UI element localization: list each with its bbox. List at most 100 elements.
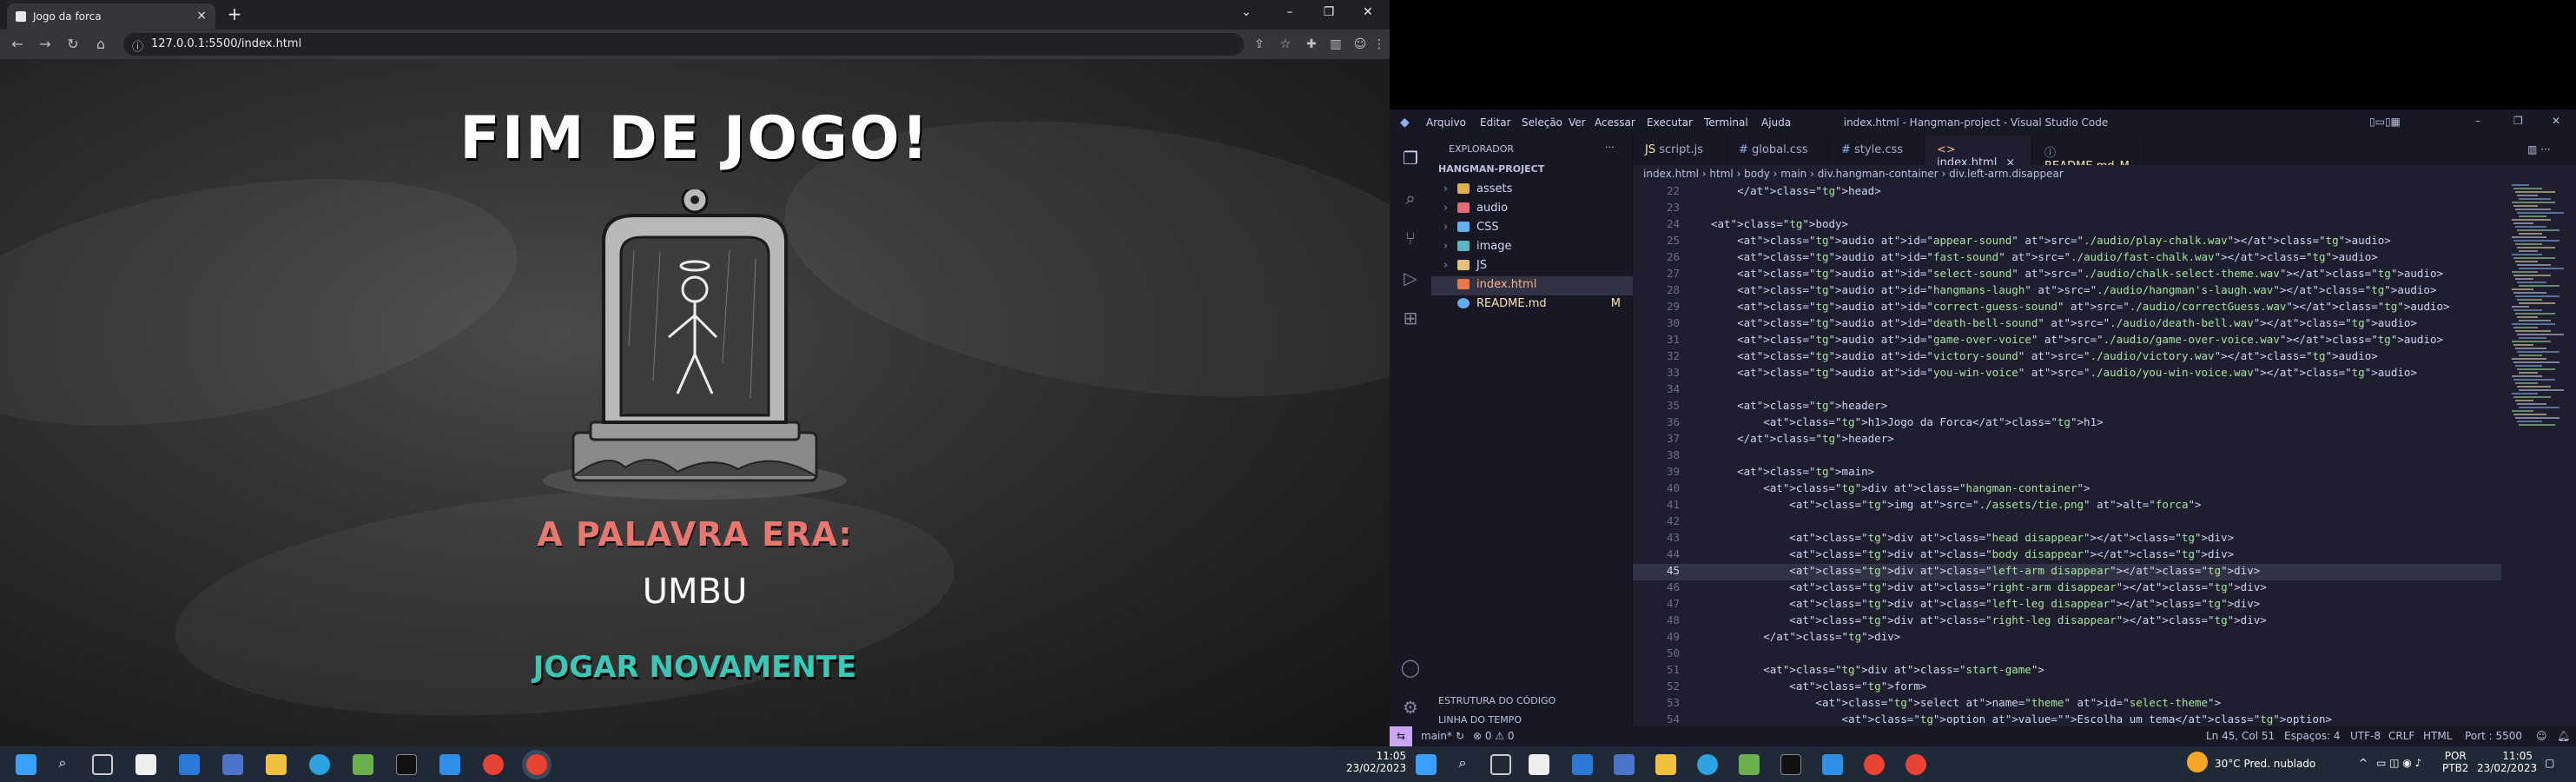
forward-icon[interactable]: → bbox=[36, 36, 54, 53]
chrome-icon[interactable] bbox=[483, 754, 504, 775]
restore-icon[interactable]: ❐ bbox=[2513, 115, 2523, 127]
task-view-icon[interactable] bbox=[92, 754, 113, 775]
code-line[interactable]: 38 bbox=[1633, 448, 2501, 465]
problems-count[interactable]: ⊗ 0 ⚠ 0 bbox=[1473, 730, 1515, 742]
run-debug-icon[interactable]: ▷ bbox=[1400, 268, 1421, 288]
clock-left[interactable]: 11:05 23/02/2023 bbox=[1346, 750, 1406, 774]
weather-text[interactable]: 30°C Pred. nublado bbox=[2215, 758, 2315, 770]
code-line[interactable]: 31 <at">class="tg">audio at">id="game-ov… bbox=[1633, 333, 2501, 349]
chrome-active-icon[interactable] bbox=[526, 754, 547, 775]
extensions-icon[interactable]: ✚ bbox=[1303, 36, 1320, 53]
start-windows-icon[interactable] bbox=[16, 754, 36, 775]
code-line[interactable]: 23 bbox=[1633, 201, 2501, 217]
code-line[interactable]: 30 <at">class="tg">audio at">id="death-b… bbox=[1633, 316, 2501, 333]
code-line[interactable]: 27 <at">class="tg">audio at">id="select-… bbox=[1633, 267, 2501, 283]
git-branch[interactable]: main* bbox=[1421, 730, 1452, 742]
menu-editar[interactable]: Editar bbox=[1480, 116, 1511, 129]
weather-icon[interactable] bbox=[2187, 752, 2208, 772]
tab-index-html[interactable]: <> index.html × bbox=[1925, 136, 2032, 169]
clock-right[interactable]: 11:05 23/02/2023 bbox=[2477, 750, 2537, 774]
code-line[interactable]: 29 <at">class="tg">audio at">id="correct… bbox=[1633, 300, 2501, 316]
share-icon[interactable]: ⇪ bbox=[1251, 36, 1268, 53]
live-server-port[interactable]: Port : 5500 bbox=[2465, 730, 2522, 742]
tab-style-css[interactable]: # style.css bbox=[1829, 136, 1925, 165]
layout-toggle-icon[interactable]: ▯▭▯▦ bbox=[2369, 116, 2401, 128]
chrome-active-icon[interactable] bbox=[1906, 754, 1926, 775]
code-line[interactable]: 42 bbox=[1633, 514, 2501, 531]
tab-script-js[interactable]: JS script.js bbox=[1633, 136, 1727, 165]
code-line[interactable]: 45 <at">class="tg">div at">class="left-a… bbox=[1633, 564, 2501, 580]
tab-readme[interactable]: ⓘ README.mdM bbox=[2032, 136, 2143, 173]
tree-item-css[interactable]: › CSS bbox=[1431, 219, 1633, 238]
encoding[interactable]: UTF-8 bbox=[2350, 730, 2381, 742]
back-icon[interactable]: ← bbox=[9, 36, 26, 53]
minimize-icon[interactable]: – bbox=[1277, 5, 1303, 23]
code-line[interactable]: 50 bbox=[1633, 646, 2501, 663]
minimize-icon[interactable]: – bbox=[2475, 115, 2480, 127]
menu-arquivo[interactable]: Arquivo bbox=[1426, 116, 1466, 129]
new-tab-button[interactable]: + bbox=[224, 3, 245, 24]
code-line[interactable]: 39 <at">class="tg">main> bbox=[1633, 465, 2501, 481]
reload-icon[interactable]: ↻ bbox=[64, 36, 82, 53]
menu-ajuda[interactable]: Ajuda bbox=[1761, 116, 1791, 129]
code-line[interactable]: 47 <at">class="tg">div at">class="left-l… bbox=[1633, 597, 2501, 613]
tray-icons[interactable]: ▭ ◫ ◉ ♪ bbox=[2376, 757, 2421, 769]
code-line[interactable]: 43 <at">class="tg">div at">class="head d… bbox=[1633, 531, 2501, 547]
code-line[interactable]: 40 <at">class="tg">div at">class="hangma… bbox=[1633, 481, 2501, 498]
code-line[interactable]: 36 <at">class="tg">h1>Jogo da Forca</at"… bbox=[1633, 415, 2501, 432]
browser-tab[interactable]: Jogo da forca × bbox=[7, 3, 215, 30]
address-bar[interactable]: ⓘ 127.0.0.1:5500/index.html bbox=[123, 33, 1244, 56]
close-tab-icon[interactable]: × bbox=[196, 9, 207, 23]
search-icon[interactable]: ⌕ bbox=[1400, 188, 1421, 209]
notifications-icon[interactable]: ▢ bbox=[2545, 757, 2554, 769]
menu-kebab-icon[interactable]: ⋮ bbox=[1371, 36, 1388, 53]
edge-icon[interactable] bbox=[309, 754, 330, 775]
play-again-button[interactable]: JOGAR NOVAMENTE bbox=[521, 650, 869, 702]
side-panel-icon[interactable]: ▥ bbox=[1327, 36, 1344, 53]
app-icon[interactable] bbox=[1739, 754, 1760, 775]
tree-item-js[interactable]: › JS bbox=[1431, 257, 1633, 276]
code-line[interactable]: 35 <at">class="tg">header> bbox=[1633, 399, 2501, 415]
vscode-icon[interactable] bbox=[439, 754, 460, 775]
minimap[interactable] bbox=[2508, 184, 2569, 427]
language-mode[interactable]: HTML bbox=[2423, 730, 2452, 742]
feedback-icon[interactable]: ☺ bbox=[2536, 730, 2547, 742]
tray-overflow-icon[interactable]: ^ bbox=[2359, 757, 2368, 769]
cursor-position[interactable]: Ln 45, Col 51 bbox=[2206, 730, 2275, 742]
outline-section[interactable]: ESTRUTURA DO CÓDIGO bbox=[1438, 695, 1556, 706]
site-info-icon[interactable]: ⓘ bbox=[132, 37, 143, 54]
bookmark-star-icon[interactable]: ☆ bbox=[1277, 36, 1294, 53]
app-icon[interactable] bbox=[353, 754, 373, 775]
close-window-icon[interactable]: ✕ bbox=[2552, 115, 2560, 127]
code-line[interactable]: 22 </at">class="tg">head> bbox=[1633, 184, 2501, 201]
restore-icon[interactable]: ❐ bbox=[1316, 5, 1342, 23]
source-control-icon[interactable]: ⑂ bbox=[1400, 228, 1421, 249]
start-windows-icon[interactable] bbox=[1416, 754, 1437, 775]
code-line[interactable]: 28 <at">class="tg">audio at">id="hangman… bbox=[1633, 283, 2501, 300]
file-explorer-icon[interactable] bbox=[1655, 754, 1676, 775]
file-explorer-icon[interactable] bbox=[266, 754, 287, 775]
code-line[interactable]: 32 <at">class="tg">audio at">id="victory… bbox=[1633, 349, 2501, 366]
more-actions-icon[interactable]: ··· bbox=[1605, 142, 1615, 153]
remote-icon[interactable]: ⇆ bbox=[1390, 726, 1412, 746]
code-line[interactable]: 41 <at">class="tg">img at">src="./assets… bbox=[1633, 498, 2501, 514]
home-icon[interactable]: ⌂ bbox=[92, 36, 109, 53]
line-ending[interactable]: CRLF bbox=[2388, 730, 2414, 742]
code-line[interactable]: 24 <at">class="tg">body> bbox=[1633, 217, 2501, 234]
code-editor[interactable]: 22 </at">class="tg">head> 23 24 <at">class=… bbox=[1633, 184, 2576, 726]
search-icon[interactable]: ⌕ bbox=[52, 754, 73, 775]
code-line[interactable]: 33 <at">class="tg">audio at">id="you-win… bbox=[1633, 366, 2501, 382]
close-window-icon[interactable]: ✕ bbox=[1355, 5, 1381, 23]
menu-terminal[interactable]: Terminal bbox=[1704, 116, 1748, 129]
profile-avatar-icon[interactable]: ☺ bbox=[1351, 36, 1369, 53]
mail-icon[interactable] bbox=[1572, 754, 1593, 775]
tab-global-css[interactable]: # global.css bbox=[1727, 136, 1829, 165]
edge-icon[interactable] bbox=[1697, 754, 1718, 775]
task-view-icon[interactable] bbox=[1490, 754, 1511, 775]
calculator-icon[interactable] bbox=[1614, 754, 1635, 775]
menu-ver[interactable]: Ver bbox=[1569, 116, 1586, 129]
code-line[interactable]: 53 <at">class="tg">select at">name="them… bbox=[1633, 696, 2501, 712]
explorer-icon[interactable]: ❐ bbox=[1400, 148, 1421, 169]
breadcrumb[interactable]: index.html › html › body › main › div.ha… bbox=[1633, 165, 2576, 184]
code-line[interactable]: 44 <at">class="tg">div at">class="body d… bbox=[1633, 547, 2501, 564]
